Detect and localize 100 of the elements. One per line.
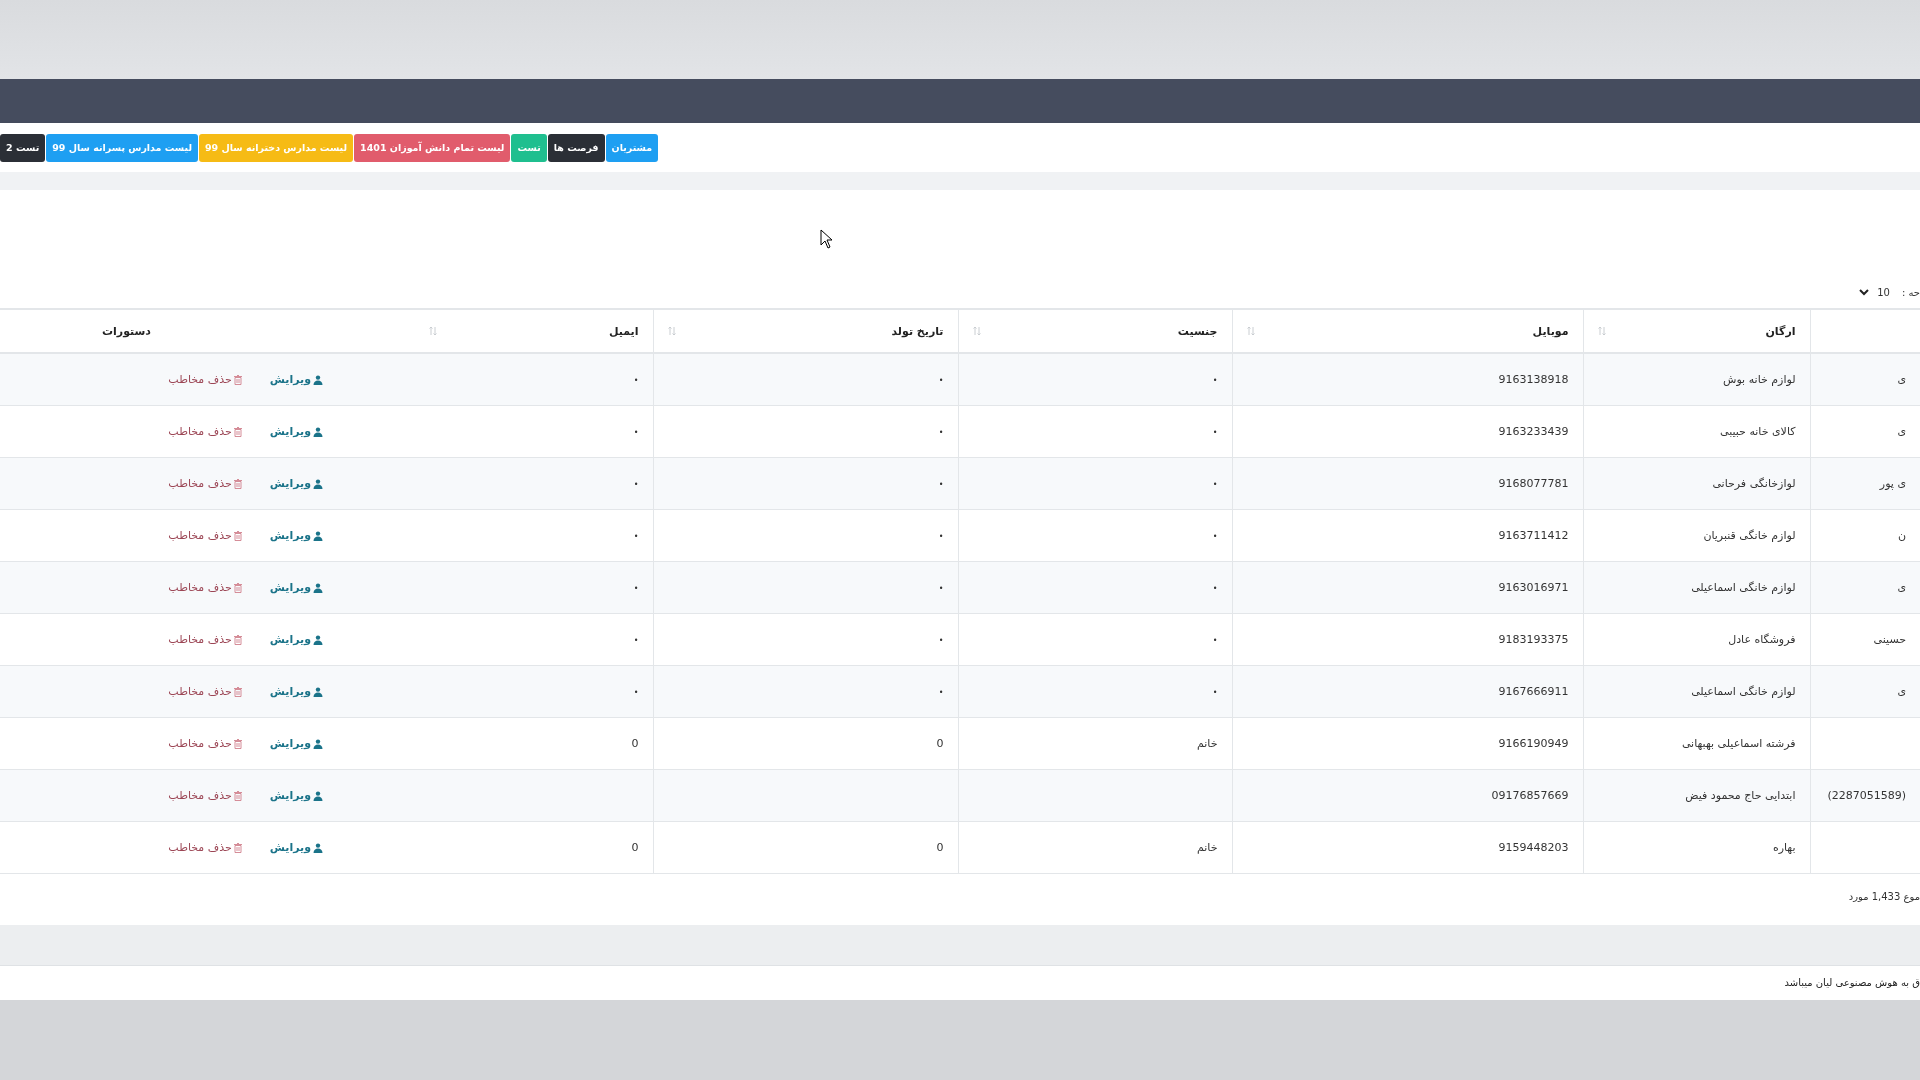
table-cell: ی: [1897, 685, 1906, 699]
table-cell: •: [633, 480, 639, 490]
table-cell: •: [938, 428, 944, 438]
table-cell: •: [1212, 532, 1218, 542]
column-header[interactable]: موبایل: [1532, 324, 1569, 338]
table-cell: •: [1212, 428, 1218, 438]
edit-link[interactable]: ویرایش: [269, 685, 323, 699]
user-icon: [313, 686, 323, 697]
sort-icon[interactable]: [1246, 326, 1255, 337]
delete-link[interactable]: حذف مخاطب: [168, 841, 242, 855]
delete-link[interactable]: حذف مخاطب: [168, 529, 242, 543]
total-count: موع 1,433 مورد: [1848, 891, 1920, 903]
trash-icon: [233, 582, 242, 593]
table-cell: •: [1212, 376, 1218, 386]
column-header[interactable]: تاریخ تولد: [891, 324, 944, 338]
column-header[interactable]: ایمیل: [608, 324, 639, 338]
table-cell: 0: [936, 737, 944, 751]
table-cell: •: [1212, 584, 1218, 594]
table-cell: •: [1212, 480, 1218, 490]
table-cell: •: [633, 376, 639, 386]
table-cell: •: [938, 636, 944, 646]
table-cell: 9167666911: [1498, 685, 1569, 699]
table-cell: ی: [1897, 581, 1906, 595]
edit-link[interactable]: ویرایش: [269, 425, 323, 439]
table-cell: •: [633, 428, 639, 438]
edit-link[interactable]: ویرایش: [269, 581, 323, 595]
table-cell: خانم: [1196, 841, 1218, 855]
table-cell: •: [633, 584, 639, 594]
delete-link[interactable]: حذف مخاطب: [168, 373, 242, 387]
footer-text: ق به هوش مصنوعی لیان میباشد: [1784, 977, 1920, 989]
nav-button[interactable]: لیست تمام دانش آموزان 1401: [354, 133, 511, 162]
delete-link[interactable]: حذف مخاطب: [168, 789, 242, 803]
table-cell: خانم: [1196, 737, 1218, 751]
delete-link[interactable]: حذف مخاطب: [168, 477, 242, 491]
table-cell: 9163711412: [1498, 529, 1569, 543]
table-cell: کالای خانه حبیبی: [1720, 425, 1796, 439]
sort-icon[interactable]: [1597, 326, 1606, 337]
nav-button[interactable]: فرصت ها: [547, 133, 605, 162]
table-cell: 9163233439: [1498, 425, 1569, 439]
trash-icon: [233, 790, 242, 801]
delete-link[interactable]: حذف مخاطب: [168, 425, 242, 439]
column-header[interactable]: ارگان: [1765, 324, 1796, 338]
trash-icon: [233, 530, 242, 541]
delete-link[interactable]: حذف مخاطب: [168, 737, 242, 751]
table-cell: 9163016971: [1498, 581, 1569, 595]
table-cell: لوازم خانگی اسماعیلی: [1691, 685, 1796, 699]
edit-link[interactable]: ویرایش: [269, 633, 323, 647]
user-icon: [313, 530, 323, 541]
edit-link[interactable]: ویرایش: [269, 373, 323, 387]
trash-icon: [233, 738, 242, 749]
user-icon: [313, 426, 323, 437]
delete-link[interactable]: حذف مخاطب: [168, 581, 242, 595]
table-cell: لوازخانگی فرحانی: [1712, 477, 1796, 491]
user-icon: [313, 790, 323, 801]
table-cell: فروشگاه عادل: [1728, 633, 1796, 647]
table-cell: 9159448203: [1498, 841, 1569, 855]
table-cell: •: [938, 376, 944, 386]
table-cell: 0: [631, 841, 639, 855]
user-icon: [313, 738, 323, 749]
page-size-label: حه :: [1901, 287, 1920, 299]
table-cell: •: [938, 480, 944, 490]
user-icon: [313, 478, 323, 489]
delete-link[interactable]: حذف مخاطب: [168, 685, 242, 699]
table-cell: •: [1212, 636, 1218, 646]
table-cell: ن: [1897, 529, 1906, 543]
table-cell: لوازم خانگی اسماعیلی: [1691, 581, 1796, 595]
table-cell: 9163138918: [1498, 373, 1569, 387]
table-cell: لوازم خانگی قنبریان: [1703, 529, 1796, 543]
user-icon: [313, 842, 323, 853]
sort-icon[interactable]: [429, 326, 437, 337]
table-cell: ابتدایی حاج محمود فیض: [1685, 789, 1796, 803]
nav-button[interactable]: تست 2: [0, 133, 46, 162]
edit-link[interactable]: ویرایش: [269, 841, 323, 855]
table-cell: •: [633, 532, 639, 542]
sort-icon[interactable]: [667, 326, 676, 337]
chevron-icon: [1859, 289, 1870, 297]
table-cell: (2287051589): [1827, 789, 1906, 803]
table-cell: 0: [631, 737, 639, 751]
sort-icon[interactable]: [972, 326, 981, 337]
table-cell: 9168077781: [1498, 477, 1569, 491]
table-cell: فرشته اسماعیلی بهبهانی: [1681, 737, 1796, 751]
table-cell: •: [938, 584, 944, 594]
edit-link[interactable]: ویرایش: [269, 789, 323, 803]
trash-icon: [233, 634, 242, 645]
table-cell: •: [633, 636, 639, 646]
trash-icon: [233, 686, 242, 697]
table-cell: •: [633, 688, 639, 698]
trash-icon: [233, 374, 242, 385]
trash-icon: [233, 478, 242, 489]
edit-link[interactable]: ویرایش: [269, 529, 323, 543]
cursor-icon: [820, 229, 833, 249]
column-header[interactable]: جنسیت: [1177, 324, 1218, 338]
edit-link[interactable]: ویرایش: [269, 477, 323, 491]
table-cell: 9183193375: [1498, 633, 1569, 647]
table-cell: ی: [1897, 373, 1906, 387]
trash-icon: [233, 842, 242, 853]
edit-link[interactable]: ویرایش: [269, 737, 323, 751]
table-cell: لوازم خانه بوش: [1723, 373, 1796, 387]
delete-link[interactable]: حذف مخاطب: [168, 633, 242, 647]
user-icon: [313, 582, 323, 593]
